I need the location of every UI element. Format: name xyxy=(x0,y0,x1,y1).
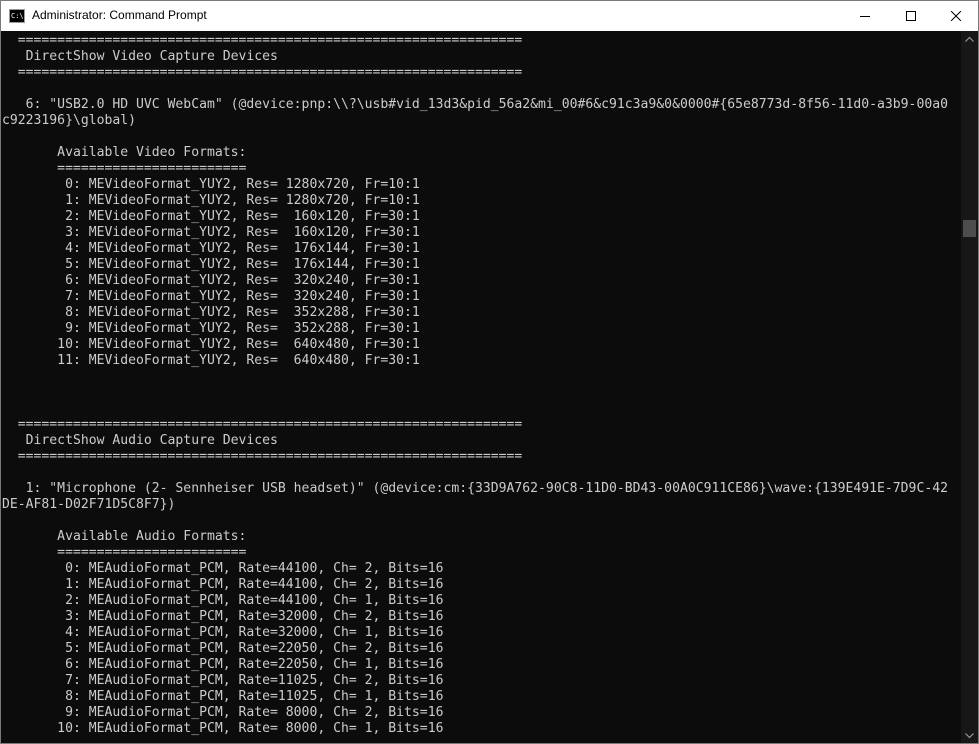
console-line: DirectShow Audio Capture Devices xyxy=(2,433,278,448)
title-bar[interactable]: C:\ Administrator: Command Prompt xyxy=(1,1,978,31)
console-line: 6: "USB2.0 HD UVC WebCam" (@device:pnp:\… xyxy=(2,97,948,112)
console-line: 5: MEAudioFormat_PCM, Rate=22050, Ch= 2,… xyxy=(2,641,444,656)
close-button[interactable] xyxy=(933,1,978,31)
console-line: 9: MEVideoFormat_YUY2, Res= 352x288, Fr=… xyxy=(2,321,420,336)
console-line: ========================================… xyxy=(2,33,523,48)
scroll-up-button[interactable] xyxy=(961,31,978,48)
window-title: Administrator: Command Prompt xyxy=(32,8,207,22)
console-line: 10: MEVideoFormat_YUY2, Res= 640x480, Fr… xyxy=(2,337,420,352)
console-line: Available Video Formats: xyxy=(2,145,247,160)
chevron-down-icon xyxy=(965,733,974,739)
console-line: 8: MEVideoFormat_YUY2, Res= 352x288, Fr=… xyxy=(2,305,420,320)
scroll-down-button[interactable] xyxy=(961,727,978,743)
minimize-button[interactable] xyxy=(842,1,888,31)
console-output[interactable]: ======================== ================… xyxy=(1,31,961,743)
console-line: ========================================… xyxy=(2,65,523,80)
console-line: 1: MEVideoFormat_YUY2, Res= 1280x720, Fr… xyxy=(2,193,420,208)
console-line: 3: MEAudioFormat_PCM, Rate=32000, Ch= 2,… xyxy=(2,609,444,624)
console-line: 4: MEVideoFormat_YUY2, Res= 176x144, Fr=… xyxy=(2,241,420,256)
vertical-scrollbar[interactable] xyxy=(961,31,978,743)
console-line: DE-AF81-D02F71D5C8F7}) xyxy=(2,497,176,512)
console-line: 6: MEAudioFormat_PCM, Rate=22050, Ch= 1,… xyxy=(2,657,444,672)
console-line: 7: MEAudioFormat_PCM, Rate=11025, Ch= 2,… xyxy=(2,673,444,688)
console-line: 0: MEAudioFormat_PCM, Rate=44100, Ch= 2,… xyxy=(2,561,444,576)
console-line: 2: MEAudioFormat_PCM, Rate=44100, Ch= 1,… xyxy=(2,593,444,608)
minimize-icon xyxy=(860,16,870,17)
command-prompt-window: C:\ Administrator: Command Prompt ======… xyxy=(0,0,979,744)
console-line: ======================== xyxy=(2,161,247,176)
console-line: 3: MEVideoFormat_YUY2, Res= 160x120, Fr=… xyxy=(2,225,420,240)
console-line: 5: MEVideoFormat_YUY2, Res= 176x144, Fr=… xyxy=(2,257,420,272)
console-line: ======================== xyxy=(2,545,247,560)
console-line: 2: MEVideoFormat_YUY2, Res= 160x120, Fr=… xyxy=(2,209,420,224)
console-line: ========================================… xyxy=(2,417,523,432)
console-text: ======================== ================… xyxy=(2,33,948,737)
console-line: 10: MEAudioFormat_PCM, Rate= 8000, Ch= 1… xyxy=(2,721,444,736)
console-line: 4: MEAudioFormat_PCM, Rate=32000, Ch= 1,… xyxy=(2,625,444,640)
scrollbar-thumb[interactable] xyxy=(963,220,976,237)
close-icon xyxy=(951,11,961,21)
console-line: 11: MEVideoFormat_YUY2, Res= 640x480, Fr… xyxy=(2,353,420,368)
console-line: 6: MEVideoFormat_YUY2, Res= 320x240, Fr=… xyxy=(2,273,420,288)
console-line: 8: MEAudioFormat_PCM, Rate=11025, Ch= 1,… xyxy=(2,689,444,704)
command-prompt-icon[interactable]: C:\ xyxy=(9,9,25,23)
console-line: c9223196}\global) xyxy=(2,113,137,128)
console-line: Available Audio Formats: xyxy=(2,529,247,544)
console-line: DirectShow Video Capture Devices xyxy=(2,49,278,64)
console-line: 9: MEAudioFormat_PCM, Rate= 8000, Ch= 2,… xyxy=(2,705,444,720)
console-line: 7: MEVideoFormat_YUY2, Res= 320x240, Fr=… xyxy=(2,289,420,304)
maximize-icon xyxy=(906,11,916,21)
console-line: 1: "Microphone (2- Sennheiser USB headse… xyxy=(2,481,948,496)
chevron-up-icon xyxy=(965,36,974,42)
console-line: ========================================… xyxy=(2,449,523,464)
console-line: 0: MEVideoFormat_YUY2, Res= 1280x720, Fr… xyxy=(2,177,420,192)
maximize-button[interactable] xyxy=(888,1,934,31)
console-line: 1: MEAudioFormat_PCM, Rate=44100, Ch= 2,… xyxy=(2,577,444,592)
